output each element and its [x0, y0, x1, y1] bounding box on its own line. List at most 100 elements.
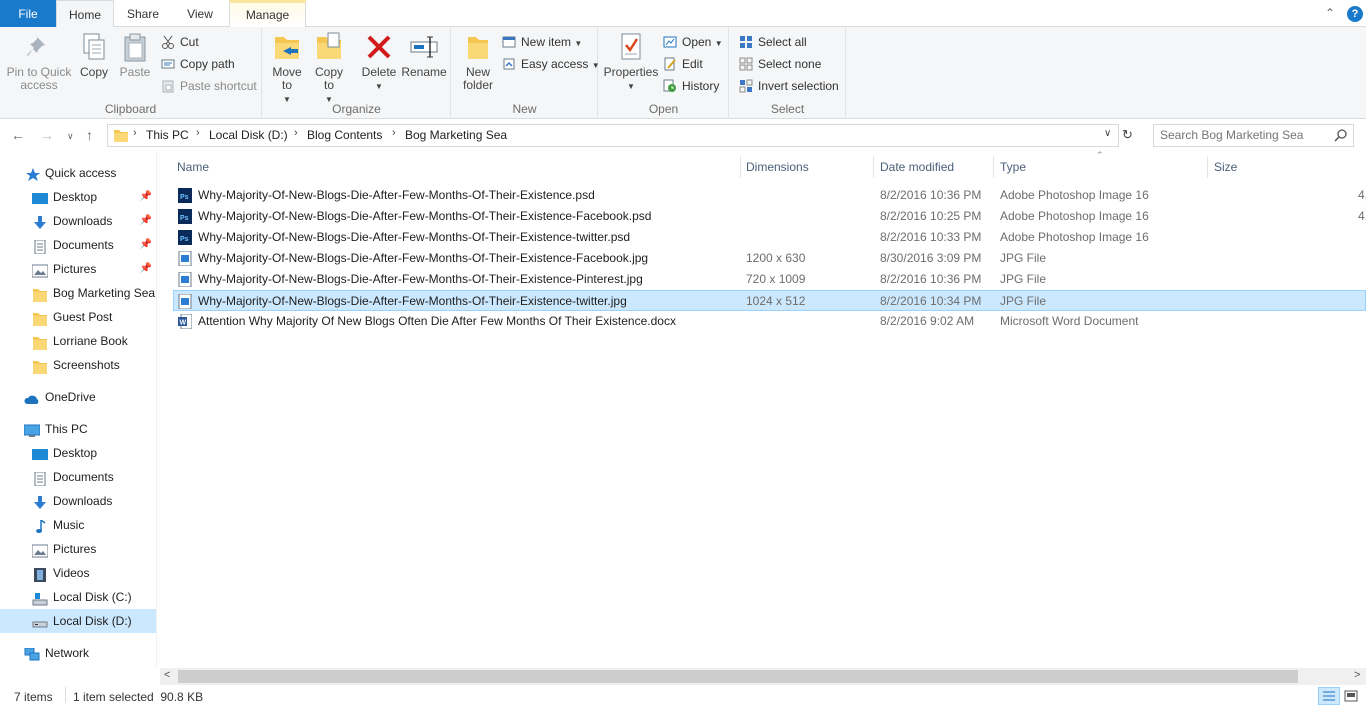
address-dropdown-chevron-icon[interactable]: ∨: [1104, 128, 1111, 139]
paste-shortcut-button[interactable]: Paste shortcut: [161, 77, 257, 95]
copy-button[interactable]: Copy: [76, 31, 112, 79]
sort-ascending-icon: ⌃: [1096, 150, 1104, 160]
new-item-button[interactable]: New item ▼: [502, 33, 582, 51]
details-view-icon[interactable]: [1318, 687, 1340, 705]
nav-quick-downloads[interactable]: Downloads 📌: [0, 209, 156, 233]
breadcrumb-separator-icon[interactable]: ›: [392, 127, 396, 139]
table-row[interactable]: Why-Majority-Of-New-Blogs-Die-After-Few-…: [174, 248, 1366, 269]
desktop-icon: [32, 190, 48, 204]
column-divider[interactable]: [873, 156, 874, 178]
tab-share[interactable]: Share: [114, 0, 172, 27]
edit-button[interactable]: Edit: [663, 55, 703, 73]
copy-path-button[interactable]: Copy path: [161, 55, 235, 73]
file-type: JPG File: [1000, 272, 1047, 286]
open-button[interactable]: Open ▼: [663, 33, 723, 51]
table-row[interactable]: Why-Majority-Of-New-Blogs-Die-After-Few-…: [174, 269, 1366, 290]
breadcrumb-blog-contents[interactable]: Blog Contents: [307, 128, 382, 142]
address-bar[interactable]: › This PC › Local Disk (D:) › Blog Conte…: [107, 124, 1119, 147]
nav-quick-bog-marketing-sea[interactable]: Bog Marketing Sea: [0, 281, 156, 305]
search-icon[interactable]: [1334, 128, 1348, 142]
history-button[interactable]: History: [663, 77, 719, 95]
horizontal-scrollbar[interactable]: < >: [160, 668, 1366, 685]
tab-file[interactable]: File: [0, 0, 56, 27]
nav-quick-access[interactable]: Quick access: [0, 161, 156, 185]
tab-home[interactable]: Home: [56, 0, 114, 28]
delete-button[interactable]: Delete ▼: [359, 31, 399, 93]
breadcrumb-bog-marketing-sea[interactable]: Bog Marketing Sea: [405, 128, 507, 142]
move-to-icon: [271, 31, 303, 63]
nav-quick-desktop[interactable]: Desktop 📌: [0, 185, 156, 209]
column-header-name[interactable]: Name: [177, 158, 209, 180]
select-none-button[interactable]: Select none: [739, 55, 821, 73]
search-input[interactable]: [1160, 128, 1330, 142]
nav-pc-pictures[interactable]: Pictures: [0, 537, 156, 561]
nav-pc-downloads[interactable]: Downloads: [0, 489, 156, 513]
history-icon: [663, 79, 677, 93]
svg-text:W: W: [180, 320, 187, 327]
table-row-selected[interactable]: Why-Majority-Of-New-Blogs-Die-After-Few-…: [173, 290, 1366, 311]
rename-button[interactable]: Rename: [401, 31, 447, 79]
up-arrow-icon[interactable]: ↑: [86, 127, 93, 143]
file-dimensions: 1200 x 630: [746, 251, 806, 265]
invert-selection-button[interactable]: Invert selection: [739, 77, 839, 95]
nav-pc-videos[interactable]: Videos: [0, 561, 156, 585]
recent-locations-chevron-icon[interactable]: ∨: [67, 131, 74, 142]
column-divider[interactable]: [993, 156, 994, 178]
breadcrumb-separator-icon[interactable]: ›: [196, 127, 200, 139]
breadcrumb-separator-icon[interactable]: ›: [133, 127, 137, 139]
properties-icon: [615, 31, 647, 63]
nav-network[interactable]: Network: [0, 641, 156, 665]
column-header-dimensions[interactable]: Dimensions: [746, 158, 809, 180]
table-row[interactable]: Ps Why-Majority-Of-New-Blogs-Die-After-F…: [174, 227, 1366, 248]
tab-view[interactable]: View: [172, 0, 228, 27]
search-box[interactable]: [1153, 124, 1354, 147]
scroll-left-arrow-icon[interactable]: <: [164, 669, 170, 681]
back-arrow-icon[interactable]: ←: [11, 127, 25, 143]
new-folder-label: New folder: [462, 65, 494, 92]
column-divider[interactable]: [1207, 156, 1208, 178]
paste-button[interactable]: Paste: [116, 31, 154, 79]
nav-quick-lorriane-book[interactable]: Lorriane Book: [0, 329, 156, 353]
nav-pc-local-disk-d[interactable]: Local Disk (D:): [0, 609, 156, 633]
image-file-icon: [178, 271, 192, 288]
breadcrumb-this-pc[interactable]: This PC: [146, 128, 189, 142]
nav-onedrive[interactable]: OneDrive: [0, 385, 156, 409]
copy-to-button[interactable]: Copy to ▼: [311, 31, 347, 106]
nav-quick-screenshots[interactable]: Screenshots: [0, 353, 156, 377]
nav-pc-documents[interactable]: Documents: [0, 465, 156, 489]
forward-arrow-icon[interactable]: →: [40, 127, 54, 143]
table-row[interactable]: Ps Why-Majority-Of-New-Blogs-Die-After-F…: [174, 185, 1366, 206]
help-icon[interactable]: ?: [1347, 6, 1363, 22]
large-icons-view-icon[interactable]: [1343, 688, 1361, 704]
nav-pc-music[interactable]: Music: [0, 513, 156, 537]
easy-access-button[interactable]: Easy access ▼: [502, 55, 600, 73]
tab-manage[interactable]: Manage: [229, 0, 306, 27]
nav-quick-documents[interactable]: Documents 📌: [0, 233, 156, 257]
pin-quick-access-button[interactable]: Pin to Quick access: [4, 31, 74, 92]
table-row[interactable]: W Attention Why Majority Of New Blogs Of…: [174, 311, 1366, 332]
status-bar: 7 items 1 item selected 90.8 KB: [0, 685, 1366, 708]
minimize-ribbon-chevron-icon[interactable]: ⌃: [1325, 6, 1335, 20]
nav-quick-guest-post[interactable]: Guest Post: [0, 305, 156, 329]
column-header-size[interactable]: Size: [1214, 158, 1237, 180]
column-header-date-modified[interactable]: Date modified: [880, 158, 954, 180]
scroll-right-arrow-icon[interactable]: >: [1354, 669, 1360, 681]
new-folder-button[interactable]: New folder: [458, 31, 498, 92]
breadcrumb-separator-icon[interactable]: ›: [294, 127, 298, 139]
breadcrumb-local-disk-d[interactable]: Local Disk (D:): [209, 128, 288, 142]
refresh-icon[interactable]: ↻: [1122, 127, 1133, 143]
nav-quick-pictures[interactable]: Pictures 📌: [0, 257, 156, 281]
move-to-button[interactable]: Move to ▼: [269, 31, 305, 106]
table-row[interactable]: Ps Why-Majority-Of-New-Blogs-Die-After-F…: [174, 206, 1366, 227]
music-note-icon: [32, 518, 48, 533]
properties-button[interactable]: Properties ▼: [603, 31, 659, 93]
select-group: Select all Select none Invert selection …: [730, 27, 846, 119]
nav-pc-desktop[interactable]: Desktop: [0, 441, 156, 465]
scrollbar-thumb[interactable]: [178, 670, 1298, 683]
column-divider[interactable]: [740, 156, 741, 178]
column-header-type[interactable]: Type: [1000, 158, 1026, 180]
nav-this-pc[interactable]: This PC: [0, 417, 156, 441]
cut-button[interactable]: Cut: [161, 33, 199, 51]
nav-pc-local-disk-c[interactable]: Local Disk (C:): [0, 585, 156, 609]
select-all-button[interactable]: Select all: [739, 33, 807, 51]
